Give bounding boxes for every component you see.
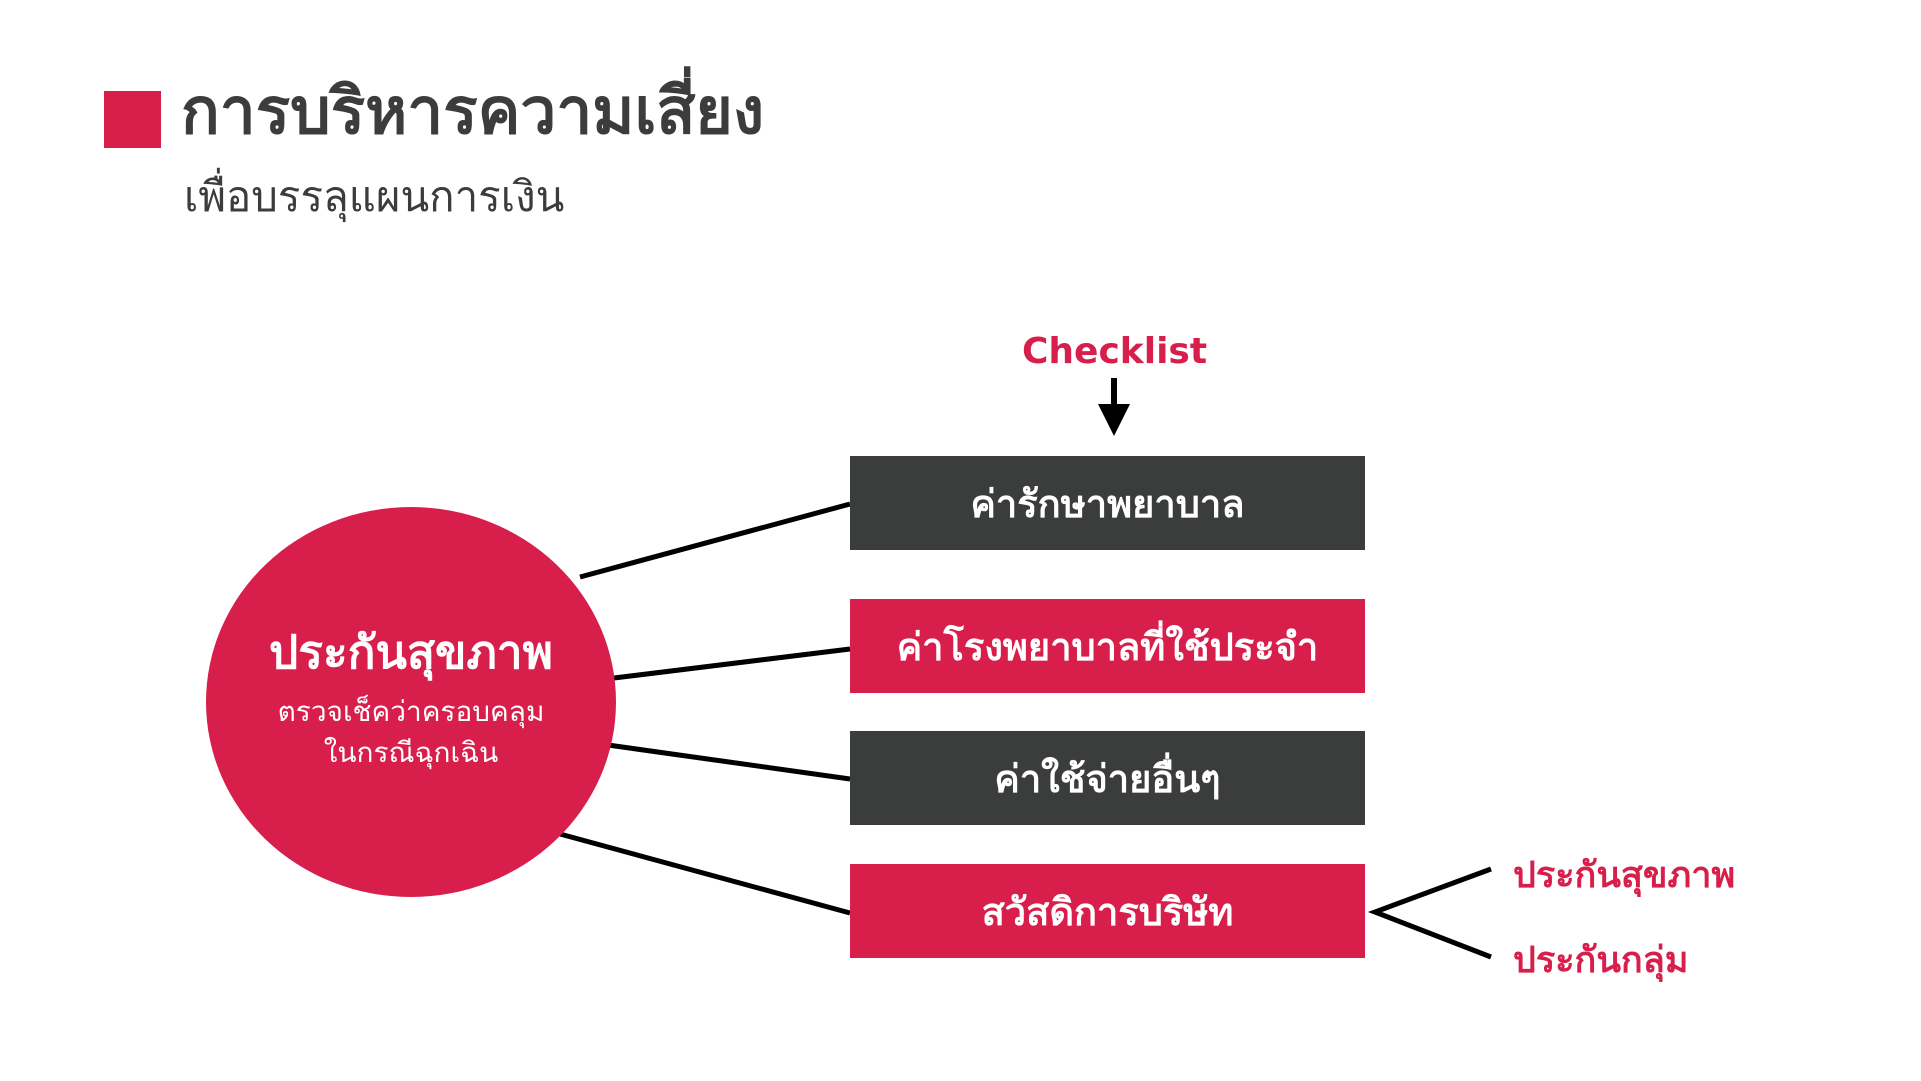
item-regular-hospital: ค่าโรงพยาบาลที่ใช้ประจำ [850, 599, 1365, 693]
item-other-expenses: ค่าใช้จ่ายอื่นๆ [850, 731, 1365, 825]
hub-title: ประกันสุขภาพ [269, 624, 553, 679]
connector-line-4 [559, 831, 851, 916]
down-arrow-icon [1098, 378, 1130, 436]
hub-note-line-1: ตรวจเช็คว่าครอบคลุม [277, 695, 545, 728]
item-company-welfare: สวัสดิการบริษัท [850, 864, 1365, 958]
item-medical-expenses: ค่ารักษาพยาบาล [850, 456, 1365, 550]
connector-line-1 [579, 501, 851, 580]
branch-connector [1367, 866, 1492, 960]
connector-line-3 [607, 742, 851, 782]
benefit-health-insurance: ประกันสุขภาพ [1513, 855, 1736, 896]
benefit-group-insurance: ประกันกลุ่ม [1513, 940, 1689, 981]
checklist-label: Checklist [1022, 331, 1208, 372]
health-insurance-hub: ประกันสุขภาพ ตรวจเช็คว่าครอบคลุม ในกรณีฉ… [206, 507, 616, 897]
hub-note-line-2: ในกรณีฉุกเฉิน [323, 735, 499, 769]
connector-line-2 [613, 646, 851, 681]
